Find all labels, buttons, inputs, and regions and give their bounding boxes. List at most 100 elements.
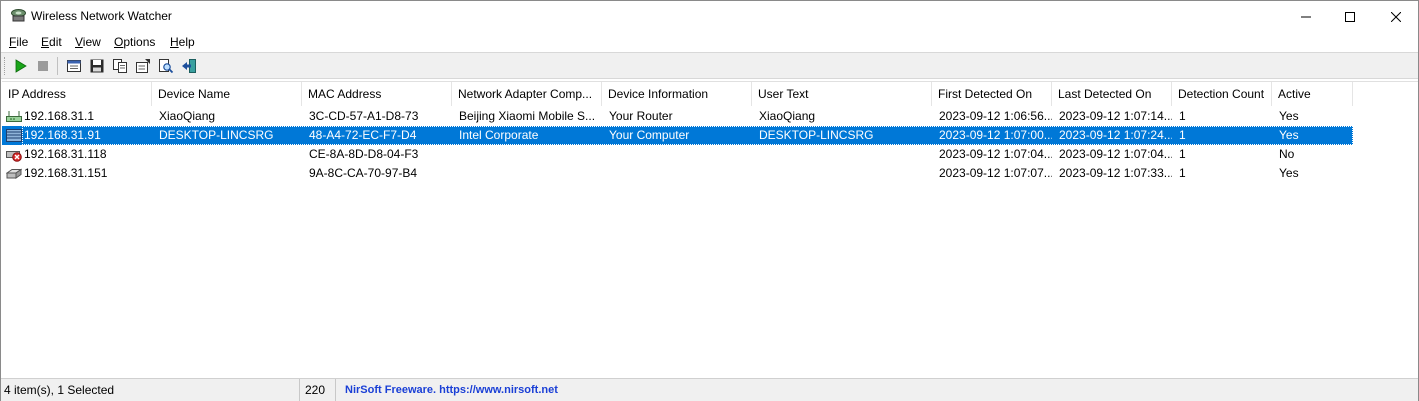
cell-first-detected: 2023-09-12 1:07:04... [939, 147, 1052, 161]
cell-detection-count: 1 [1179, 109, 1186, 123]
close-icon [1391, 11, 1401, 22]
close-button[interactable] [1373, 1, 1419, 32]
maximize-icon [1345, 11, 1355, 22]
window-title: Wireless Network Watcher [31, 9, 172, 23]
menu-edit[interactable]: Edit [41, 35, 62, 49]
cell-first-detected: 2023-09-12 1:07:00... [939, 128, 1052, 142]
cell-device-name: XiaoQiang [159, 109, 216, 123]
cell-ip-address: 192.168.31.118 [24, 147, 107, 161]
maximize-button[interactable] [1327, 1, 1373, 32]
cell-active: Yes [1279, 109, 1299, 123]
stop-scanning-button[interactable] [34, 57, 52, 75]
html-report-button[interactable] [65, 57, 83, 75]
cell-adapter-company [459, 145, 602, 164]
cell-user-text [759, 145, 932, 164]
toolbar-grip[interactable] [4, 57, 6, 75]
menu-view-accel: V [75, 35, 83, 49]
toolbar [1, 52, 1418, 79]
app-window: Wireless Network Watcher File Edit View … [0, 0, 1419, 401]
cell-user-text: XiaoQiang [759, 109, 816, 123]
cell-device-name [159, 164, 302, 183]
network-device-icon [5, 166, 23, 181]
status-bar: 4 item(s), 1 Selected 220 NirSoft Freewa… [1, 378, 1418, 401]
menu-options-accel: O [114, 35, 124, 49]
menu-help[interactable]: Help [170, 35, 195, 49]
cell-active: Yes [1279, 166, 1299, 180]
cell-detection-count: 1 [1179, 166, 1186, 180]
properties-button[interactable] [134, 57, 152, 75]
start-scanning-button[interactable] [11, 57, 29, 75]
find-button[interactable] [157, 57, 175, 75]
menu-options[interactable]: Options [114, 35, 155, 49]
column-header-user-text[interactable]: User Text [752, 82, 932, 106]
menu-view-rest: iew [82, 35, 101, 49]
cell-mac-address: 9A-8C-CA-70-97-B4 [309, 166, 418, 180]
column-header-ip-address[interactable]: IP Address [2, 82, 152, 106]
menu-edit-rest: dit [49, 35, 62, 49]
column-header-first-detected-on[interactable]: First Detected On [932, 82, 1052, 106]
exit-icon [182, 59, 196, 73]
cell-adapter-company: Beijing Xiaomi Mobile S... [459, 109, 596, 123]
menu-edit-accel: E [41, 35, 50, 49]
save-icon [90, 59, 104, 73]
column-header-last-detected-on[interactable]: Last Detected On [1052, 82, 1172, 106]
save-button[interactable] [88, 57, 106, 75]
minimize-icon [1301, 16, 1311, 17]
nirsoft-link[interactable]: NirSoft Freeware. https://www.nirsoft.ne… [336, 379, 1418, 401]
menu-help-rest: elp [178, 35, 195, 49]
play-icon [15, 59, 27, 73]
cell-mac-address: 48-A4-72-EC-F7-D4 [309, 128, 417, 142]
cell-last-detected: 2023-09-12 1:07:14... [1059, 109, 1172, 123]
column-header-active[interactable]: Active [1272, 82, 1353, 106]
cell-user-text: DESKTOP-LINCSRG [759, 128, 874, 142]
title-bar[interactable]: Wireless Network Watcher [1, 1, 1418, 32]
column-header-device-name[interactable]: Device Name [152, 82, 302, 106]
table-row[interactable]: 192.168.31.1 XiaoQiang 3C-CD-57-A1-D8-73… [2, 107, 1353, 126]
menu-bar: File Edit View Options Help [1, 32, 1418, 52]
column-header-detection-count[interactable]: Detection Count [1172, 82, 1272, 106]
column-header-mac-address[interactable]: MAC Address [302, 82, 452, 106]
cell-device-information: Your Computer [609, 128, 690, 142]
properties-icon [136, 59, 150, 73]
router-icon [6, 109, 22, 124]
cell-active: No [1279, 147, 1295, 161]
cell-last-detected: 2023-09-12 1:07:33... [1059, 166, 1172, 180]
table-row-selected[interactable]: 192.168.31.91 DESKTOP-LINCSRG 48-A4-72-E… [2, 126, 1353, 145]
cell-detection-count: 1 [1179, 147, 1186, 161]
menu-help-accel: H [170, 35, 179, 49]
cell-device-information: Your Router [609, 109, 673, 123]
cell-ip-address: 192.168.31.151 [24, 166, 108, 180]
network-watcher-app-icon [10, 8, 27, 24]
device-list[interactable]: IP Address Device Name MAC Address Netwo… [2, 81, 1418, 376]
status-count-value: 220 [300, 379, 336, 401]
status-item-count: 4 item(s), 1 Selected [1, 379, 300, 401]
menu-view[interactable]: View [75, 35, 101, 49]
cell-adapter-company: Intel Corporate [459, 128, 539, 142]
cell-active: Yes [1279, 128, 1299, 142]
menu-file[interactable]: File [9, 35, 28, 49]
exit-button[interactable] [180, 57, 198, 75]
cell-device-name [159, 145, 302, 164]
cell-detection-count: 1 [1179, 128, 1186, 142]
minimize-button[interactable] [1283, 1, 1329, 32]
find-icon [159, 59, 174, 74]
menu-file-rest: ile [16, 35, 29, 49]
cell-mac-address: CE-8A-8D-D8-04-F3 [309, 147, 419, 161]
cell-ip-address: 192.168.31.1 [24, 109, 95, 123]
toolbar-separator [57, 57, 58, 75]
copy-button[interactable] [111, 57, 129, 75]
stop-icon [38, 61, 48, 71]
list-header: IP Address Device Name MAC Address Netwo… [2, 82, 1418, 106]
column-header-network-adapter-company[interactable]: Network Adapter Comp... [452, 82, 602, 106]
copy-icon [113, 59, 127, 73]
inactive-device-icon [6, 147, 22, 162]
cell-user-text [759, 164, 932, 183]
column-header-device-information[interactable]: Device Information [602, 82, 752, 106]
cell-mac-address: 3C-CD-57-A1-D8-73 [309, 109, 419, 123]
computer-icon [6, 128, 22, 143]
menu-options-rest: ptions [123, 35, 156, 49]
table-row[interactable]: 192.168.31.151 9A-8C-CA-70-97-B4 2023-09… [2, 164, 1353, 183]
cell-device-information [609, 164, 752, 183]
cell-last-detected: 2023-09-12 1:07:04... [1059, 147, 1172, 161]
table-row[interactable]: 192.168.31.118 CE-8A-8D-D8-04-F3 2023-09… [2, 145, 1353, 164]
